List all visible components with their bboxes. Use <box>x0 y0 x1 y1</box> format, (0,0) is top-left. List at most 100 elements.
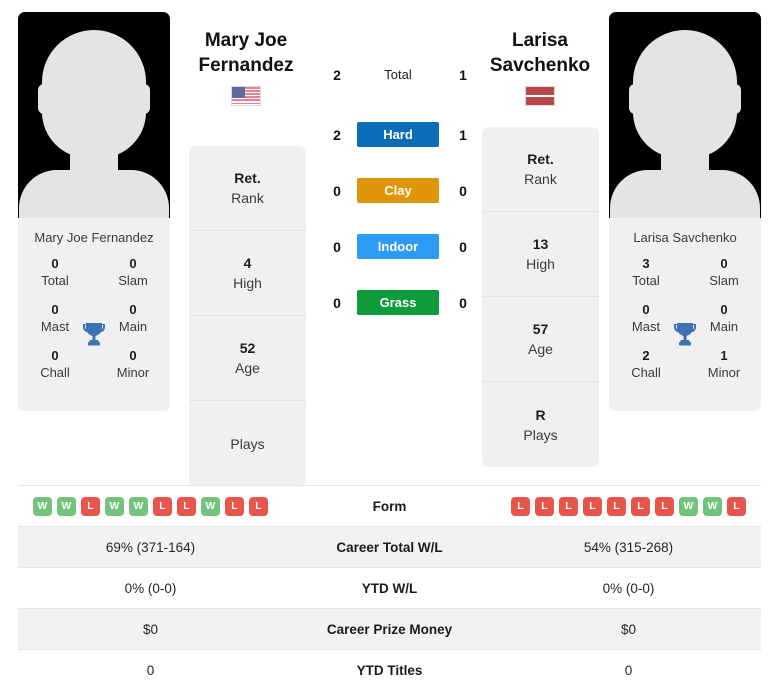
h2h-score-left: 2 <box>333 127 341 143</box>
info-label: Rank <box>524 171 557 187</box>
form-badge-win: W <box>679 496 698 516</box>
titles-row: 0 Total 0 Slam <box>18 255 170 289</box>
form-badge-win: W <box>201 496 220 516</box>
h2h-surface-bar-hard[interactable]: Hard <box>357 122 439 147</box>
player-photo-left <box>18 12 170 218</box>
form-cell-right: LLLLLLLWWL <box>496 486 761 527</box>
form-badge-loss: L <box>177 496 196 516</box>
titles-cell: 1 Minor <box>701 347 747 381</box>
form-badges-right: LLLLLLLWWL <box>496 496 761 516</box>
info-value: 13 <box>532 236 549 252</box>
avatar-silhouette-icon <box>42 30 146 158</box>
form-badge-loss: L <box>225 496 244 516</box>
h2h-score-left: 0 <box>333 295 341 311</box>
avatar-ear-left-icon <box>629 84 642 114</box>
trophy-icon <box>83 323 105 346</box>
form-badge-win: W <box>703 496 722 516</box>
info-cell-rank: Ret. Rank <box>482 127 599 212</box>
titles-value: 0 <box>642 302 650 317</box>
player-name-caption-left: Mary Joe Fernandez <box>18 218 170 255</box>
titles-cell: 0 Slam <box>701 255 747 289</box>
player-card-left: Mary Joe Fernandez 0 Total 0 Slam 0 Mast… <box>18 12 170 411</box>
titles-cell: 0 Total <box>32 255 78 289</box>
h2h-surface-bar-indoor[interactable]: Indoor <box>357 234 439 259</box>
form-badge-loss: L <box>583 496 602 516</box>
player-headline-name-line2: Fernandez <box>198 55 294 76</box>
info-cell-high: 13 High <box>482 212 599 297</box>
info-value: 52 <box>239 340 256 356</box>
titles-grid-right: 3 Total 0 Slam 0 Mast 0 Main 2 Chall 1 M… <box>609 255 761 411</box>
info-cell-plays: R Plays <box>482 382 599 467</box>
titles-label: Slam <box>709 273 739 288</box>
form-badge-loss: L <box>81 496 100 516</box>
player-card-right: Larisa Savchenko 3 Total 0 Slam 0 Mast 0… <box>609 12 761 411</box>
form-badge-loss: L <box>511 496 530 516</box>
titles-cell: 0 Mast <box>623 301 669 335</box>
h2h-score-left: 0 <box>333 183 341 199</box>
us-flag-icon <box>231 86 261 106</box>
titles-value: 0 <box>51 348 59 363</box>
titles-label: Minor <box>707 365 741 380</box>
info-label: Age <box>528 341 553 357</box>
h2h-surface-bar-clay[interactable]: Clay <box>357 178 439 203</box>
stat-label: Career Total W/L <box>336 539 443 555</box>
avatar-ear-left-icon <box>38 84 51 114</box>
h2h-surface-bar-grass[interactable]: Grass <box>357 290 439 315</box>
form-badge-loss: L <box>559 496 578 516</box>
titles-value: 0 <box>720 302 728 317</box>
form-cell-left: WWLWWLLWLL <box>18 486 283 527</box>
form-badge-loss: L <box>153 496 172 516</box>
titles-label: Main <box>709 319 739 334</box>
player-comparison-header: Mary Joe Fernandez 0 Total 0 Slam 0 Mast… <box>0 0 779 486</box>
form-badge-loss: L <box>249 496 268 516</box>
h2h-score-right: 1 <box>459 127 467 143</box>
titles-label: Chall <box>40 365 70 380</box>
h2h-score-left: 0 <box>333 239 341 255</box>
player-info-card-left: Ret. Rank 4 High 52 Age Plays <box>189 146 306 486</box>
h2h-row-grass: 0 Grass 0 <box>320 290 480 346</box>
titles-cell: 0 Slam <box>110 255 156 289</box>
h2h-score-right: 0 <box>459 295 467 311</box>
stat-label: Form <box>372 498 407 514</box>
player-headline-left[interactable]: Mary Joe Fernandez <box>166 28 326 106</box>
player-headline-name-line1: Larisa <box>512 30 568 51</box>
titles-value: 0 <box>51 302 59 317</box>
info-label: High <box>526 256 555 272</box>
titles-label: Minor <box>116 365 150 380</box>
h2h-score-right: 0 <box>459 183 467 199</box>
info-value: R <box>535 406 546 423</box>
titles-label: Main <box>118 319 148 334</box>
titles-value: 0 <box>129 348 137 363</box>
info-cell-age: 57 Age <box>482 297 599 382</box>
titles-label: Total <box>41 273 69 288</box>
info-label: Rank <box>231 190 264 206</box>
titles-row: 0 Chall 0 Minor <box>18 347 170 381</box>
form-badge-loss: L <box>727 496 746 516</box>
titles-grid-left: 0 Total 0 Slam 0 Mast 0 Main 0 Chall 0 M… <box>18 255 170 411</box>
table-row-form: WWLWWLLWLL Form LLLLLLLWWL <box>18 485 761 527</box>
table-row-ytd-wl: 0% (0-0) YTD W/L 0% (0-0) <box>18 567 761 609</box>
info-value: 4 <box>243 255 252 271</box>
info-cell-high: 4 High <box>189 231 306 316</box>
player-headline-right[interactable]: Larisa Savchenko <box>460 28 620 106</box>
h2h-row-indoor: 0 Indoor 0 <box>320 234 480 290</box>
titles-label: Mast <box>631 319 661 334</box>
titles-cell: 3 Total <box>623 255 669 289</box>
info-label: Age <box>235 360 260 376</box>
h2h-row-hard: 2 Hard 1 <box>320 122 480 178</box>
titles-label: Mast <box>40 319 70 334</box>
form-badge-loss: L <box>631 496 650 516</box>
stat-value-left: 0 <box>146 662 155 678</box>
h2h-surface-label: Total <box>384 67 412 82</box>
info-cell-rank: Ret. Rank <box>189 146 306 231</box>
stat-value-left: 0% (0-0) <box>124 580 177 596</box>
info-value: Ret. <box>527 151 554 167</box>
stat-label: Career Prize Money <box>326 621 453 637</box>
table-row-ytd-titles: 0 YTD Titles 0 <box>18 649 761 691</box>
stat-label: YTD Titles <box>356 662 423 678</box>
info-label: Plays <box>230 435 265 452</box>
titles-value: 2 <box>642 348 650 363</box>
avatar-ear-right-icon <box>137 84 150 114</box>
form-badge-win: W <box>105 496 124 516</box>
titles-value: 3 <box>642 256 650 271</box>
